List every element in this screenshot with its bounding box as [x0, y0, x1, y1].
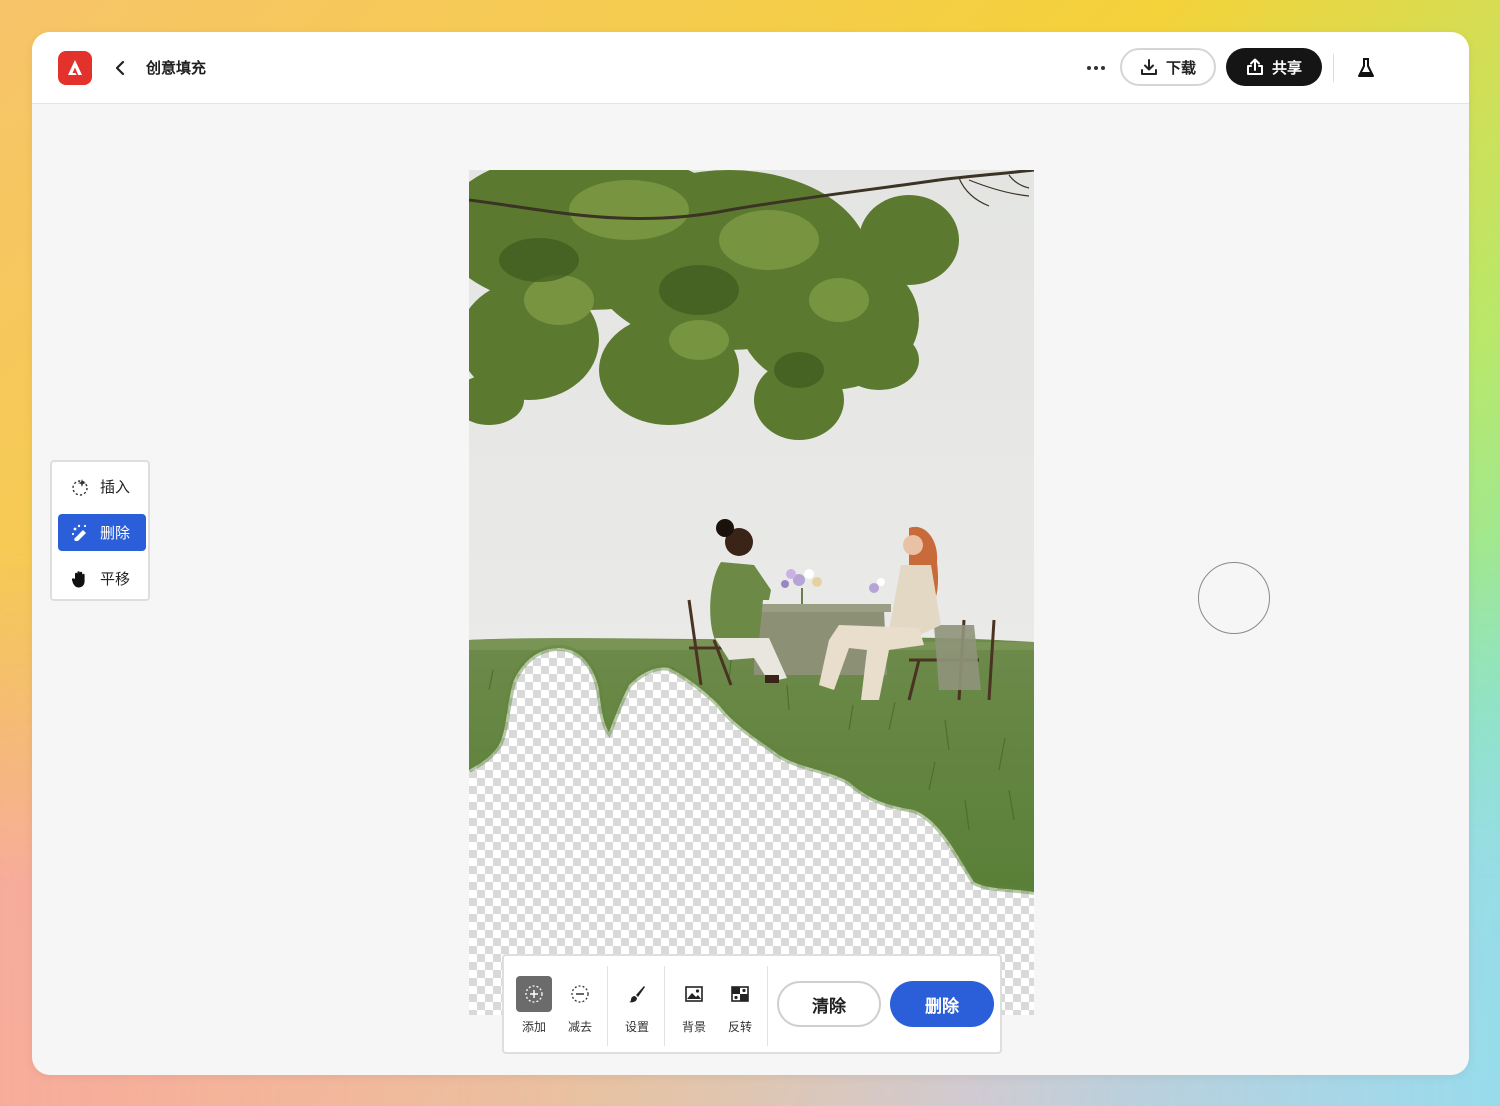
- more-icon[interactable]: [1082, 54, 1110, 82]
- side-item-label: 插入: [100, 478, 131, 496]
- share-button[interactable]: 共享: [1226, 48, 1322, 86]
- download-label: 下载: [1165, 58, 1196, 77]
- toolbar-divider: [767, 966, 768, 1046]
- download-icon: [1140, 59, 1157, 75]
- share-label: 共享: [1271, 58, 1302, 77]
- add-tool[interactable]: 添加: [512, 956, 556, 1052]
- share-icon: [1246, 58, 1263, 75]
- page-title: 创意填充: [146, 59, 207, 77]
- download-button[interactable]: 下载: [1120, 48, 1216, 86]
- subtract-label: 减去: [567, 1020, 592, 1034]
- background-label: 背景: [681, 1020, 706, 1034]
- side-item-remove[interactable]: 删除: [58, 514, 146, 551]
- canvas-image[interactable]: [469, 170, 1034, 1015]
- settings-tool[interactable]: 设置: [615, 956, 659, 1052]
- side-item-label: 删除: [100, 524, 131, 542]
- side-item-pan[interactable]: 平移: [58, 560, 146, 597]
- background-tool[interactable]: 背景: [672, 956, 716, 1052]
- add-label: 添加: [521, 1020, 546, 1034]
- invert-label: 反转: [727, 1020, 752, 1034]
- remove-eraser-icon: [70, 523, 90, 543]
- invert-icon: [722, 976, 758, 1012]
- beaker-icon[interactable]: [1352, 54, 1380, 82]
- adobe-express-logo-icon[interactable]: [58, 51, 92, 85]
- mask-toolbar: 添加 减去 设置 背景 反转 清除 删除: [502, 954, 1002, 1054]
- brush-cursor: [1198, 562, 1270, 634]
- clear-button[interactable]: 清除: [777, 981, 881, 1027]
- back-chevron-icon[interactable]: [110, 54, 130, 82]
- top-bar: 创意填充 下载 共享: [32, 32, 1469, 104]
- side-item-insert[interactable]: 插入: [58, 468, 146, 505]
- subtract-brush-icon: [562, 976, 598, 1012]
- app-window: 创意填充 下载 共享 插入 删除 平移 添加 减去 设置 背景 反转 清除 删除: [32, 32, 1469, 1075]
- toolbar-divider: [664, 966, 665, 1046]
- delete-button[interactable]: 删除: [890, 981, 994, 1027]
- settings-label: 设置: [624, 1020, 649, 1034]
- subtract-tool[interactable]: 减去: [558, 956, 602, 1052]
- side-item-label: 平移: [100, 570, 131, 588]
- side-tool-panel: 插入 删除 平移: [50, 460, 150, 601]
- brush-icon: [619, 976, 655, 1012]
- hand-icon: [70, 569, 90, 589]
- add-brush-icon: [516, 976, 552, 1012]
- invert-tool[interactable]: 反转: [718, 956, 762, 1052]
- image-background-icon: [676, 976, 712, 1012]
- toolbar-divider: [607, 966, 608, 1046]
- header-divider: [1333, 54, 1334, 82]
- insert-sparkle-icon: [70, 477, 90, 497]
